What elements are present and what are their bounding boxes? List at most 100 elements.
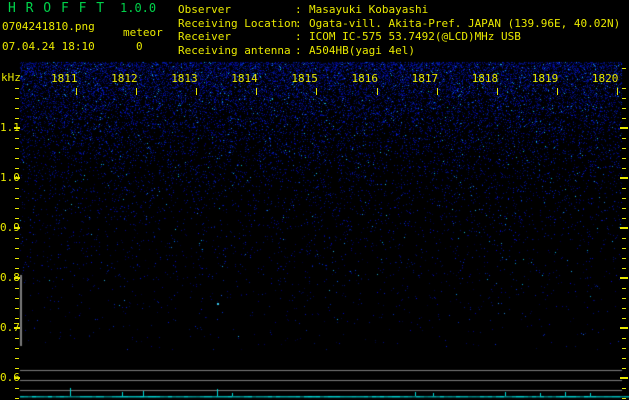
freq-major-tick-left [14, 227, 20, 229]
time-tick-label: 1815 [291, 72, 318, 85]
freq-minor-tick-left [15, 388, 19, 389]
info-value: A504HB(yagi 4el) [309, 43, 415, 57]
info-label: Receiving Location [178, 16, 298, 30]
freq-minor-tick-right [622, 368, 626, 369]
freq-minor-tick-right [622, 398, 626, 399]
time-tick-mark [437, 88, 438, 95]
time-tick-mark [256, 88, 257, 95]
freq-minor-tick-left [15, 98, 19, 99]
datetime-label: 07.04.24 18:10 [2, 40, 95, 53]
freq-major-tick-left [14, 277, 20, 279]
freq-minor-tick-left [15, 118, 19, 119]
freq-minor-tick-left [15, 248, 19, 249]
freq-major-tick-right [620, 127, 628, 129]
freq-major-tick-left [14, 127, 20, 129]
time-tick-mark [557, 88, 558, 95]
time-tick-mark [196, 88, 197, 95]
freq-minor-tick-right [622, 218, 626, 219]
freq-minor-tick-right [622, 158, 626, 159]
freq-minor-tick-right [622, 238, 626, 239]
info-row-receiving-antenna: Receiving antenna: A504HB(yagi 4el) [178, 44, 620, 58]
freq-minor-tick-right [622, 318, 626, 319]
info-value: ICOM IC-575 53.7492(@LCD)MHz USB [309, 30, 521, 43]
freq-minor-tick-right [622, 88, 626, 89]
hrofft-window: H R O F F T 1.0.0 0704241810.png meteor … [0, 0, 629, 400]
time-tick-label: 1819 [531, 72, 559, 85]
info-label: Observer [178, 3, 231, 16]
freq-minor-tick-left [15, 308, 19, 309]
freq-major-tick-left [14, 327, 20, 329]
freq-minor-tick-left [15, 238, 19, 239]
spectrogram-canvas [0, 0, 629, 400]
info-value: Masayuki Kobayashi [309, 3, 429, 16]
freq-major-tick-left [14, 377, 20, 379]
freq-minor-tick-left [15, 138, 19, 139]
freq-minor-tick-left [15, 398, 19, 399]
app-title: H R O F F T [8, 1, 106, 16]
freq-major-tick-right [620, 227, 628, 229]
freq-minor-tick-left [15, 188, 19, 189]
freq-minor-tick-right [622, 338, 626, 339]
freq-minor-tick-left [15, 88, 19, 89]
freq-minor-tick-left [15, 268, 19, 269]
freq-minor-tick-right [622, 138, 626, 139]
time-tick-mark [617, 88, 618, 95]
info-label: Receiving antenna [178, 43, 291, 57]
freq-minor-tick-right [622, 268, 626, 269]
freq-minor-tick-left [15, 198, 19, 199]
freq-major-tick-right [620, 177, 628, 179]
time-tick-label: 1811 [51, 72, 78, 85]
app-version: 1.0.0 [120, 1, 157, 15]
freq-minor-tick-right [622, 198, 626, 199]
info-value: Ogata-vill. Akita-Pref. JAPAN (139.96E, … [309, 16, 621, 30]
freq-minor-tick-left [15, 358, 19, 359]
freq-minor-tick-left [15, 148, 19, 149]
info-colon: : [295, 16, 302, 30]
time-tick-label: 1812 [111, 72, 138, 85]
freq-minor-tick-left [15, 218, 19, 219]
time-tick-label: 1813 [171, 72, 198, 85]
freq-minor-tick-right [622, 188, 626, 189]
time-tick-label: 1816 [351, 72, 379, 85]
info-row-observer: Observer: Masayuki Kobayashi [178, 3, 620, 17]
freq-minor-tick-right [622, 258, 626, 259]
time-tick-label: 1820 [591, 72, 619, 85]
freq-unit-label: kHz [1, 71, 21, 84]
mode-label: meteor [123, 26, 163, 39]
freq-minor-tick-right [622, 298, 626, 299]
freq-major-tick-right [620, 327, 628, 329]
freq-minor-tick-right [622, 248, 626, 249]
meteor-count: 0 [136, 40, 143, 53]
time-tick-label: 1814 [231, 72, 258, 85]
freq-minor-tick-left [15, 158, 19, 159]
freq-minor-tick-left [15, 108, 19, 109]
time-tick-mark [76, 88, 77, 95]
freq-minor-tick-right [622, 348, 626, 349]
time-tick-mark [136, 88, 137, 95]
info-row-receiver: Receiver: ICOM IC-575 53.7492(@LCD)MHz US… [178, 30, 620, 44]
freq-minor-tick-right [622, 168, 626, 169]
time-tick-label: 1817 [411, 72, 439, 85]
freq-minor-tick-left [15, 318, 19, 319]
freq-minor-tick-right [622, 288, 626, 289]
freq-minor-tick-left [15, 348, 19, 349]
freq-minor-tick-left [15, 288, 19, 289]
output-filename: 0704241810.png [2, 20, 95, 33]
freq-minor-tick-right [622, 208, 626, 209]
info-colon: : [295, 43, 302, 57]
info-colon: : [295, 3, 302, 16]
station-info-block: Observer: Masayuki Kobayashi Receiving Loc… [178, 3, 620, 57]
freq-minor-tick-right [622, 358, 626, 359]
freq-minor-tick-left [15, 168, 19, 169]
freq-minor-tick-right [622, 388, 626, 389]
freq-major-tick-right [620, 377, 628, 379]
freq-major-tick-right [620, 277, 628, 279]
freq-minor-tick-right [622, 108, 626, 109]
info-colon: : [295, 30, 302, 43]
freq-minor-tick-left [15, 258, 19, 259]
freq-minor-tick-right [622, 118, 626, 119]
time-tick-label: 1818 [471, 72, 499, 85]
time-tick-mark [377, 88, 378, 95]
freq-minor-tick-left [15, 298, 19, 299]
freq-minor-tick-left [15, 338, 19, 339]
